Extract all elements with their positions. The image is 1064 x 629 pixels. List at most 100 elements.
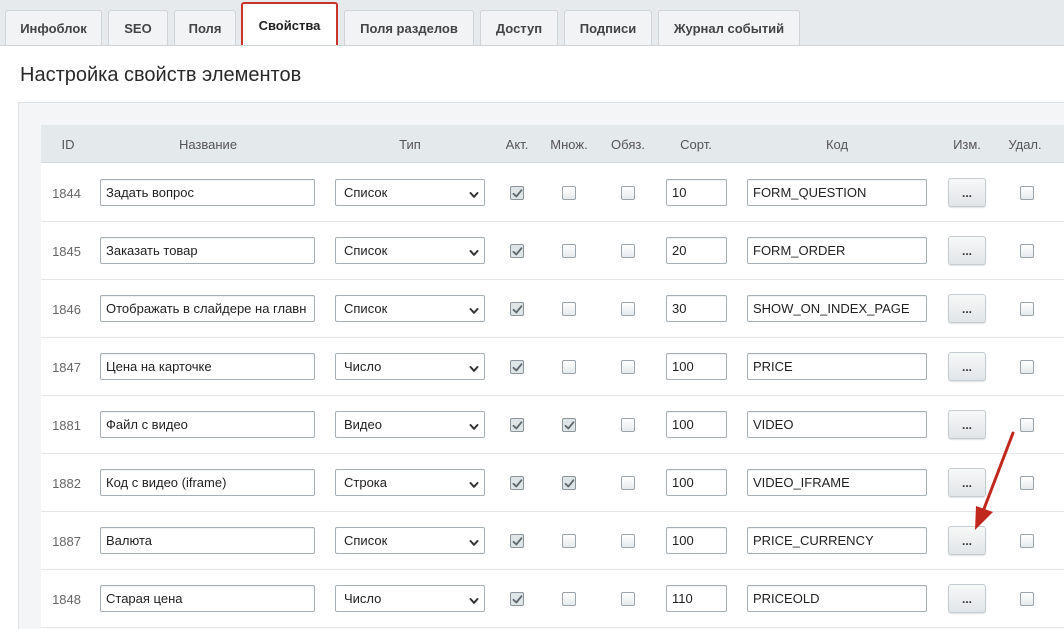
multiple-checkbox[interactable] (562, 476, 576, 490)
required-checkbox[interactable] (621, 476, 635, 490)
table-row: 1882 Код с видео (iframe) Строка 100 VIDEO_I… (41, 454, 1064, 512)
property-code-input[interactable]: SHOW_ON_INDEX_PAGE (747, 295, 927, 322)
multiple-checkbox[interactable] (562, 360, 576, 374)
delete-checkbox[interactable] (1020, 244, 1034, 258)
property-type-select[interactable]: Число (335, 585, 485, 612)
tab-access[interactable]: Доступ (480, 10, 558, 46)
delete-checkbox[interactable] (1020, 592, 1034, 606)
property-name-input[interactable]: Валюта (100, 527, 315, 554)
multiple-checkbox[interactable] (562, 302, 576, 316)
chevron-down-icon (469, 304, 479, 314)
chevron-down-icon (469, 536, 479, 546)
tab-infoblock[interactable]: Инфоблок (5, 10, 102, 46)
property-code-input[interactable]: PRICE (747, 353, 927, 380)
active-checkbox[interactable] (510, 534, 524, 548)
property-type-select[interactable]: Список (335, 237, 485, 264)
chevron-down-icon (469, 420, 479, 430)
property-name-input[interactable]: Старая цена (100, 585, 315, 612)
multiple-checkbox[interactable] (562, 244, 576, 258)
property-type-value: Строка (344, 475, 388, 490)
tab-properties[interactable]: Свойства (241, 2, 338, 46)
required-checkbox[interactable] (621, 534, 635, 548)
property-type-select[interactable]: Список (335, 179, 485, 206)
sort-input[interactable]: 100 (666, 411, 727, 438)
property-type-value: Список (344, 185, 388, 200)
sort-input[interactable]: 10 (666, 179, 727, 206)
property-code-input[interactable]: PRICEOLD (747, 585, 927, 612)
property-type-value: Список (344, 301, 388, 316)
property-name-input[interactable]: Заказать товар (100, 237, 315, 264)
property-type-select[interactable]: Число (335, 353, 485, 380)
property-type-select[interactable]: Видео (335, 411, 485, 438)
chevron-down-icon (469, 188, 479, 198)
property-type-select[interactable]: Строка (335, 469, 485, 496)
multiple-checkbox[interactable] (562, 418, 576, 432)
tab-event-log[interactable]: Журнал событий (658, 10, 800, 46)
property-code-input[interactable]: VIDEO_IFRAME (747, 469, 927, 496)
delete-checkbox[interactable] (1020, 186, 1034, 200)
required-checkbox[interactable] (621, 592, 635, 606)
multiple-checkbox[interactable] (562, 534, 576, 548)
col-id: ID (61, 136, 75, 152)
sort-input[interactable]: 20 (666, 237, 727, 264)
sort-input[interactable]: 100 (666, 469, 727, 496)
required-checkbox[interactable] (621, 302, 635, 316)
active-checkbox[interactable] (510, 592, 524, 606)
chevron-down-icon (469, 362, 479, 372)
property-name-input[interactable]: Файл с видео (100, 411, 315, 438)
sort-input[interactable]: 110 (666, 585, 727, 612)
required-checkbox[interactable] (621, 418, 635, 432)
col-delete: Удал. (1008, 136, 1042, 152)
active-checkbox[interactable] (510, 418, 524, 432)
property-code-input[interactable]: VIDEO (747, 411, 927, 438)
required-checkbox[interactable] (621, 360, 635, 374)
tab-section-fields[interactable]: Поля разделов (344, 10, 474, 46)
property-name-input[interactable]: Цена на карточке (100, 353, 315, 380)
active-checkbox[interactable] (510, 360, 524, 374)
delete-checkbox[interactable] (1020, 302, 1034, 316)
sort-input[interactable]: 30 (666, 295, 727, 322)
property-type-value: Число (344, 359, 382, 374)
active-checkbox[interactable] (510, 476, 524, 490)
property-id: 1846 (52, 301, 81, 317)
property-id: 1844 (52, 185, 81, 201)
col-sort: Сорт. (680, 136, 712, 152)
col-required: Обяз. (611, 136, 645, 152)
edit-property-button[interactable]: ... (948, 584, 986, 613)
tab-captions[interactable]: Подписи (564, 10, 652, 46)
property-code-input[interactable]: FORM_QUESTION (747, 179, 927, 206)
sort-input[interactable]: 100 (666, 353, 727, 380)
required-checkbox[interactable] (621, 244, 635, 258)
active-checkbox[interactable] (510, 302, 524, 316)
required-checkbox[interactable] (621, 186, 635, 200)
tab-seo[interactable]: SEO (108, 10, 168, 46)
property-code-input[interactable]: PRICE_CURRENCY (747, 527, 927, 554)
property-id: 1882 (52, 475, 81, 491)
property-name-input[interactable]: Задать вопрос (100, 179, 315, 206)
property-type-select[interactable]: Список (335, 527, 485, 554)
property-name-input[interactable]: Код с видео (iframe) (100, 469, 315, 496)
edit-property-button[interactable]: ... (948, 236, 986, 265)
col-code: Код (825, 136, 849, 152)
edit-property-button[interactable]: ... (948, 178, 986, 207)
property-code-input[interactable]: FORM_ORDER (747, 237, 927, 264)
property-name-input[interactable]: Отображать в слайдере на главн (100, 295, 315, 322)
multiple-checkbox[interactable] (562, 186, 576, 200)
table-row: 1881 Файл с видео Видео 100 VIDEO... (41, 396, 1064, 454)
col-name: Название (178, 136, 238, 152)
sort-input[interactable]: 100 (666, 527, 727, 554)
property-id: 1845 (52, 243, 81, 259)
chevron-down-icon (469, 594, 479, 604)
table-row: 1847 Цена на карточке Число 100 PRICE... (41, 338, 1064, 396)
chevron-down-icon (469, 478, 479, 488)
edit-property-button[interactable]: ... (948, 352, 986, 381)
property-type-value: Список (344, 243, 388, 258)
tab-fields[interactable]: Поля (174, 10, 236, 46)
active-checkbox[interactable] (510, 244, 524, 258)
page-title: Настройка свойств элементов (20, 64, 302, 86)
property-type-select[interactable]: Список (335, 295, 485, 322)
multiple-checkbox[interactable] (562, 592, 576, 606)
delete-checkbox[interactable] (1020, 360, 1034, 374)
active-checkbox[interactable] (510, 186, 524, 200)
edit-property-button[interactable]: ... (948, 294, 986, 323)
